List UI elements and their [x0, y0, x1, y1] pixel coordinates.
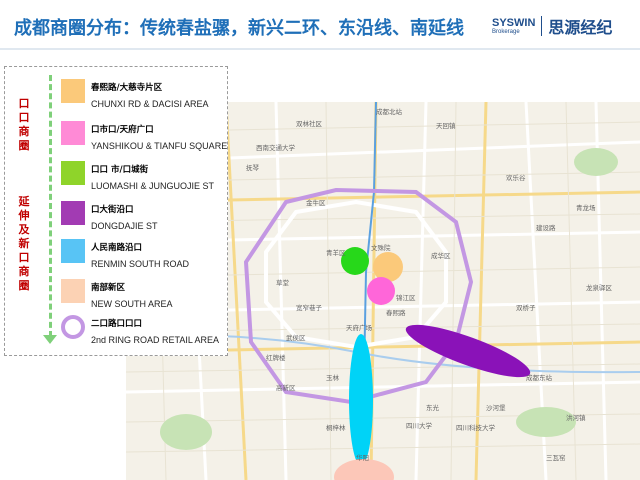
map-place-label: 东光	[426, 404, 439, 412]
map-place-label: 双桥子	[516, 304, 536, 312]
timeline-arrow-line	[49, 75, 52, 337]
page-title: 成都商圈分布：传统春盐骡，新兴二环、东沿线、南延线	[14, 18, 464, 39]
district-yanshikou	[367, 277, 395, 305]
legend-ring-swatch	[61, 315, 85, 339]
map-place-label: 四川科技大学	[456, 424, 495, 432]
map-place-label: 龙泉驿区	[586, 284, 612, 292]
traditional-label-char: 口	[18, 97, 30, 110]
legend-label-en: RENMIN SOUTH ROAD	[91, 259, 190, 269]
traditional-label-char: 商	[18, 125, 30, 138]
map-place-label: 草堂	[276, 279, 289, 287]
map-place-label: 西南交通大学	[256, 144, 295, 152]
legend-label-cn: 春熙路/大慈寺片区	[91, 83, 163, 93]
map-place-label: 建设路	[536, 224, 556, 232]
map-place-label: 欢乐谷	[506, 174, 526, 182]
map-place-label: 成都北站	[376, 108, 402, 116]
legend-color-swatch	[61, 161, 85, 185]
extension-label-char: 及	[18, 223, 30, 236]
traditional-label-char: 圈	[18, 139, 30, 152]
extension-label-char: 新	[18, 237, 30, 250]
legend-label-en: CHUNXI RD & DACISI AREA	[91, 99, 209, 109]
map-place-label: 青羊区	[326, 249, 346, 257]
map-place-label: 宽窄巷子	[296, 304, 322, 312]
map-place-label: 三瓦窑	[546, 454, 566, 462]
legend-label-cn: 口市口/天府广口	[91, 125, 154, 135]
map-place-label: 天回镇	[436, 122, 456, 130]
legend-color-swatch	[61, 239, 85, 263]
logo-chinese: 思源经纪	[548, 18, 613, 37]
map-place-label: 四川大学	[406, 422, 432, 430]
legend-color-swatch	[61, 279, 85, 303]
legend-label-en: YANSHIKOU & TIANFU SQUARE	[91, 141, 228, 151]
map-place-label: 天府广场	[346, 324, 372, 332]
legend-label-cn: 口大街沿口	[91, 205, 134, 215]
legend-color-swatch	[61, 201, 85, 225]
legend-label-cn: 口口 市/口城街	[91, 165, 149, 175]
map-place-label: 锦江区	[396, 294, 416, 302]
map-place-label: 成华区	[431, 252, 451, 260]
district-new-south	[334, 459, 394, 480]
title-bar: 成都商圈分布：传统春盐骡，新兴二环、东沿线、南延线 SYSWIN Brokera…	[0, 0, 640, 52]
extension-label-char: 延	[18, 195, 30, 208]
logo-subtitle: Brokerage	[492, 28, 520, 35]
traditional-label-char: 口	[18, 111, 30, 124]
map-place-label: 成都东站	[526, 374, 552, 382]
map-place-label: 玉林	[326, 374, 339, 382]
logo-wordmark: SYSWIN	[492, 16, 536, 29]
logo-separator	[541, 16, 543, 36]
legend-label-cn: 二口路口口口	[91, 319, 143, 329]
extension-label-char: 伸	[18, 209, 30, 222]
map-place-label: 沙河堡	[486, 404, 506, 412]
district-renmin-south	[349, 334, 373, 466]
legend-label-en: NEW SOUTH AREA	[91, 299, 173, 309]
legend-color-swatch	[61, 79, 85, 103]
map-place-label: 抚琴	[246, 164, 259, 172]
map-place-label: 春熙路	[386, 309, 406, 317]
map-place-label: 华阳	[356, 454, 369, 462]
legend-label-cn: 南部新区	[91, 283, 126, 293]
timeline-arrow-head	[43, 335, 57, 344]
map-place-label: 高新区	[276, 384, 296, 392]
map-place-label: 武侯区	[286, 334, 306, 342]
map-place-label: 金牛区	[306, 199, 326, 207]
legend-color-swatch	[61, 121, 85, 145]
legend-label-en: 2nd RING ROAD RETAIL AREA	[91, 335, 220, 345]
legend-label-cn: 人民南路沿口	[91, 243, 143, 253]
brand-logo: SYSWIN Brokerage 思源经纪	[492, 14, 612, 38]
extension-label-char: 圈	[18, 279, 30, 292]
extension-label-char: 口	[18, 251, 30, 264]
legend-label-en: DONGDAJIE ST	[91, 221, 158, 231]
extension-label-char: 商	[18, 265, 30, 278]
legend-label-en: LUOMASHI & JUNGUOJIE ST	[91, 181, 215, 191]
legend-panel: 口口商圈 延伸及新口商圈 春熙路/大慈寺片区 CHUNXI RD & DACISI…	[4, 66, 228, 356]
title-divider	[0, 48, 640, 50]
map-place-label: 青龙场	[576, 204, 596, 212]
map-place-label: 桐梓林	[326, 424, 346, 432]
map-place-label: 红牌楼	[266, 354, 286, 362]
map-place-label: 双林社区	[296, 120, 322, 128]
map-place-label: 文殊院	[371, 244, 391, 252]
map-place-label: 洪河镇	[566, 414, 586, 422]
